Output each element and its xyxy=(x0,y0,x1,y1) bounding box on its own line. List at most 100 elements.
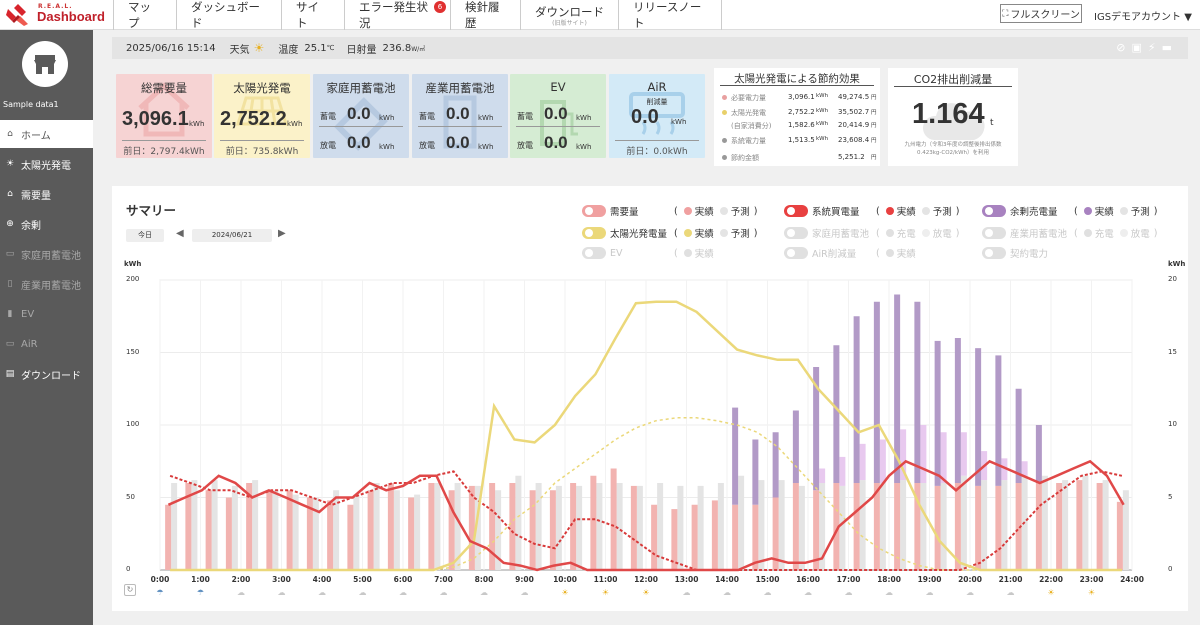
chat-icon: ▬ xyxy=(1161,41,1178,54)
demand-bar xyxy=(1035,483,1042,570)
x-tick: 1:00 xyxy=(191,575,210,584)
card-air[interactable]: AiR 削減量 0.0 kWh 前日：0.0kWh xyxy=(609,74,705,158)
forecast-surplus-bar xyxy=(920,425,927,483)
discharge-value: 0.0 xyxy=(347,133,371,152)
nav-map-label: マップ xyxy=(128,0,151,30)
app-logo[interactable]: R.E.A.L. Dashboard xyxy=(6,3,105,27)
card-value: 3,096.1 xyxy=(122,108,189,130)
savings-row: 節約金額 5,251.2 円 xyxy=(714,152,880,164)
card-total-demand[interactable]: 総需要量 3,096.1 kWh 前日：2,797.4kWh xyxy=(116,74,212,158)
sidebar-item-industrial-battery[interactable]: ▯ 産業用蓄電池 xyxy=(0,270,93,298)
y-tick-left: 50 xyxy=(126,492,135,501)
sidebar-item-home[interactable]: ⌂ ホーム xyxy=(0,120,93,148)
refresh-icon[interactable]: ↻ xyxy=(124,584,136,596)
no-signal-icon: ⊘ xyxy=(1116,41,1132,54)
x-tick: 9:00 xyxy=(515,575,534,584)
demand-bar xyxy=(205,490,212,570)
nav-meter-history-label: 検針履歴 xyxy=(465,0,500,30)
home-icon: ⌂ xyxy=(7,129,13,139)
savings-yen-unit: 円 xyxy=(871,95,877,101)
nav-dashboard[interactable]: ダッシュボード xyxy=(176,0,281,30)
nav-error-status[interactable]: エラー発生状況 6 xyxy=(344,0,450,30)
summary-panel: サマリー 今日 ◀ 2024/06/21 ▶ 需要量(実績 予測) 系統買電量(実績… xyxy=(112,186,1188,611)
sidebar-item-label: 太陽光発電 xyxy=(21,160,71,172)
demand-bar xyxy=(549,490,556,570)
cloud-icon: ☁ xyxy=(439,588,448,597)
ev-icon: ▮ xyxy=(7,309,13,319)
nav-release-notes[interactable]: リリースノート xyxy=(618,0,722,30)
summary-chart[interactable] xyxy=(112,186,1188,611)
demand-bar xyxy=(286,490,293,570)
sidebar-item-label: 需要量 xyxy=(21,190,51,202)
nav-meter-history[interactable]: 検針履歴 xyxy=(450,0,520,30)
forecast-surplus-bar xyxy=(819,468,826,483)
card-ev[interactable]: EV 蓄電 0.0 kWh 放電 0.0 kWh xyxy=(510,74,606,158)
y-tick-left: 0 xyxy=(126,565,131,573)
cloud-icon: ☁ xyxy=(237,588,245,597)
savings-yen-unit: 円 xyxy=(871,123,877,129)
demand-bar xyxy=(1056,483,1063,570)
fullscreen-button[interactable]: ⛶ フルスクリーン xyxy=(1000,4,1082,23)
demand-bar xyxy=(489,483,496,570)
x-tick: 10:00 xyxy=(553,575,577,584)
x-tick: 21:00 xyxy=(998,575,1023,584)
demand-bar xyxy=(327,500,334,570)
nav-download-sublabel: (旧版サイト) xyxy=(552,19,587,27)
forecast-demand-bar xyxy=(879,483,886,570)
card-unit: kWh xyxy=(478,114,494,122)
y-tick-left: 100 xyxy=(126,420,140,428)
nav-release-notes-label: リリースノート xyxy=(633,0,702,30)
demand-bar xyxy=(630,485,637,570)
status-icons: ⊘▣⚡▬ xyxy=(1116,41,1178,54)
site-name: Sample data1 xyxy=(3,100,59,109)
plus-circle-icon: ⊕ xyxy=(6,219,14,229)
forecast-demand-bar xyxy=(636,485,643,570)
savings-yen: 5,251.2 xyxy=(838,153,865,161)
charge-value: 0.0 xyxy=(347,104,371,123)
discharge-value: 0.0 xyxy=(446,133,470,152)
savings-kwh: 1,582.6 xyxy=(788,121,815,129)
x-tick: 11:00 xyxy=(593,575,618,584)
x-tick: 23:00 xyxy=(1079,575,1104,584)
x-tick: 16:00 xyxy=(796,575,820,584)
sidebar-item-demand[interactable]: ⌂ 需要量 xyxy=(0,180,93,208)
demand-bar xyxy=(387,483,394,570)
surplus-bar xyxy=(833,345,840,483)
savings-yen: 49,274.5 xyxy=(838,93,870,101)
insolation-unit: W/㎡ xyxy=(411,45,426,53)
nav-download-old[interactable]: ダウンロード (旧版サイト) xyxy=(520,0,618,30)
y-tick-right: 0 xyxy=(1168,565,1173,573)
x-tick: 22:00 xyxy=(1039,575,1063,584)
divider xyxy=(720,85,874,86)
insolation-value: 236.8 xyxy=(382,42,412,54)
card-home-battery[interactable]: 家庭用蓄電池 蓄電 0.0 kWh 放電 0.0 kWh xyxy=(313,74,409,158)
demand-bar xyxy=(428,483,435,570)
x-tick: 0:00 xyxy=(150,575,170,584)
demand-bar xyxy=(975,485,982,570)
x-tick: 14:00 xyxy=(715,575,739,584)
savings-kwh: 3,096.1 xyxy=(788,93,815,101)
card-industrial-battery[interactable]: 産業用蓄電池 蓄電 0.0 kWh 放電 0.0 kWh xyxy=(412,74,508,158)
forecast-demand-bar xyxy=(940,483,947,570)
forecast-demand-bar xyxy=(353,494,360,570)
nav-map[interactable]: マップ xyxy=(113,0,176,30)
card-solar[interactable]: 太陽光発電 2,752.2 kWh 前日：735.8kWh xyxy=(214,74,310,158)
sidebar-item-air[interactable]: ▭ AiR xyxy=(0,330,93,358)
x-tick: 6:00 xyxy=(393,575,413,584)
sidebar-item-surplus[interactable]: ⊕ 余剰 xyxy=(0,210,93,238)
cloud-icon: ☁ xyxy=(804,588,812,597)
card-unit: kWh xyxy=(287,120,303,128)
forecast-demand-bar xyxy=(778,480,785,570)
sidebar-item-home-battery[interactable]: ▭ 家庭用蓄電池 xyxy=(0,240,93,268)
divider xyxy=(122,140,206,141)
legend-dot xyxy=(722,95,727,100)
account-menu[interactable]: IGSデモアカウント ▼ xyxy=(1094,8,1192,23)
sidebar-item-solar[interactable]: ☀ 太陽光発電 xyxy=(0,150,93,178)
sidebar-item-download[interactable]: ▤ ダウンロード xyxy=(0,360,93,388)
card-unit: kWh xyxy=(576,143,592,151)
nav-site[interactable]: サイト xyxy=(281,0,344,30)
y-tick-right: 5 xyxy=(1168,492,1173,501)
card-unit: kWh xyxy=(379,114,395,122)
cloud-icon: ☁ xyxy=(763,588,772,597)
sidebar-item-ev[interactable]: ▮ EV xyxy=(0,300,93,328)
